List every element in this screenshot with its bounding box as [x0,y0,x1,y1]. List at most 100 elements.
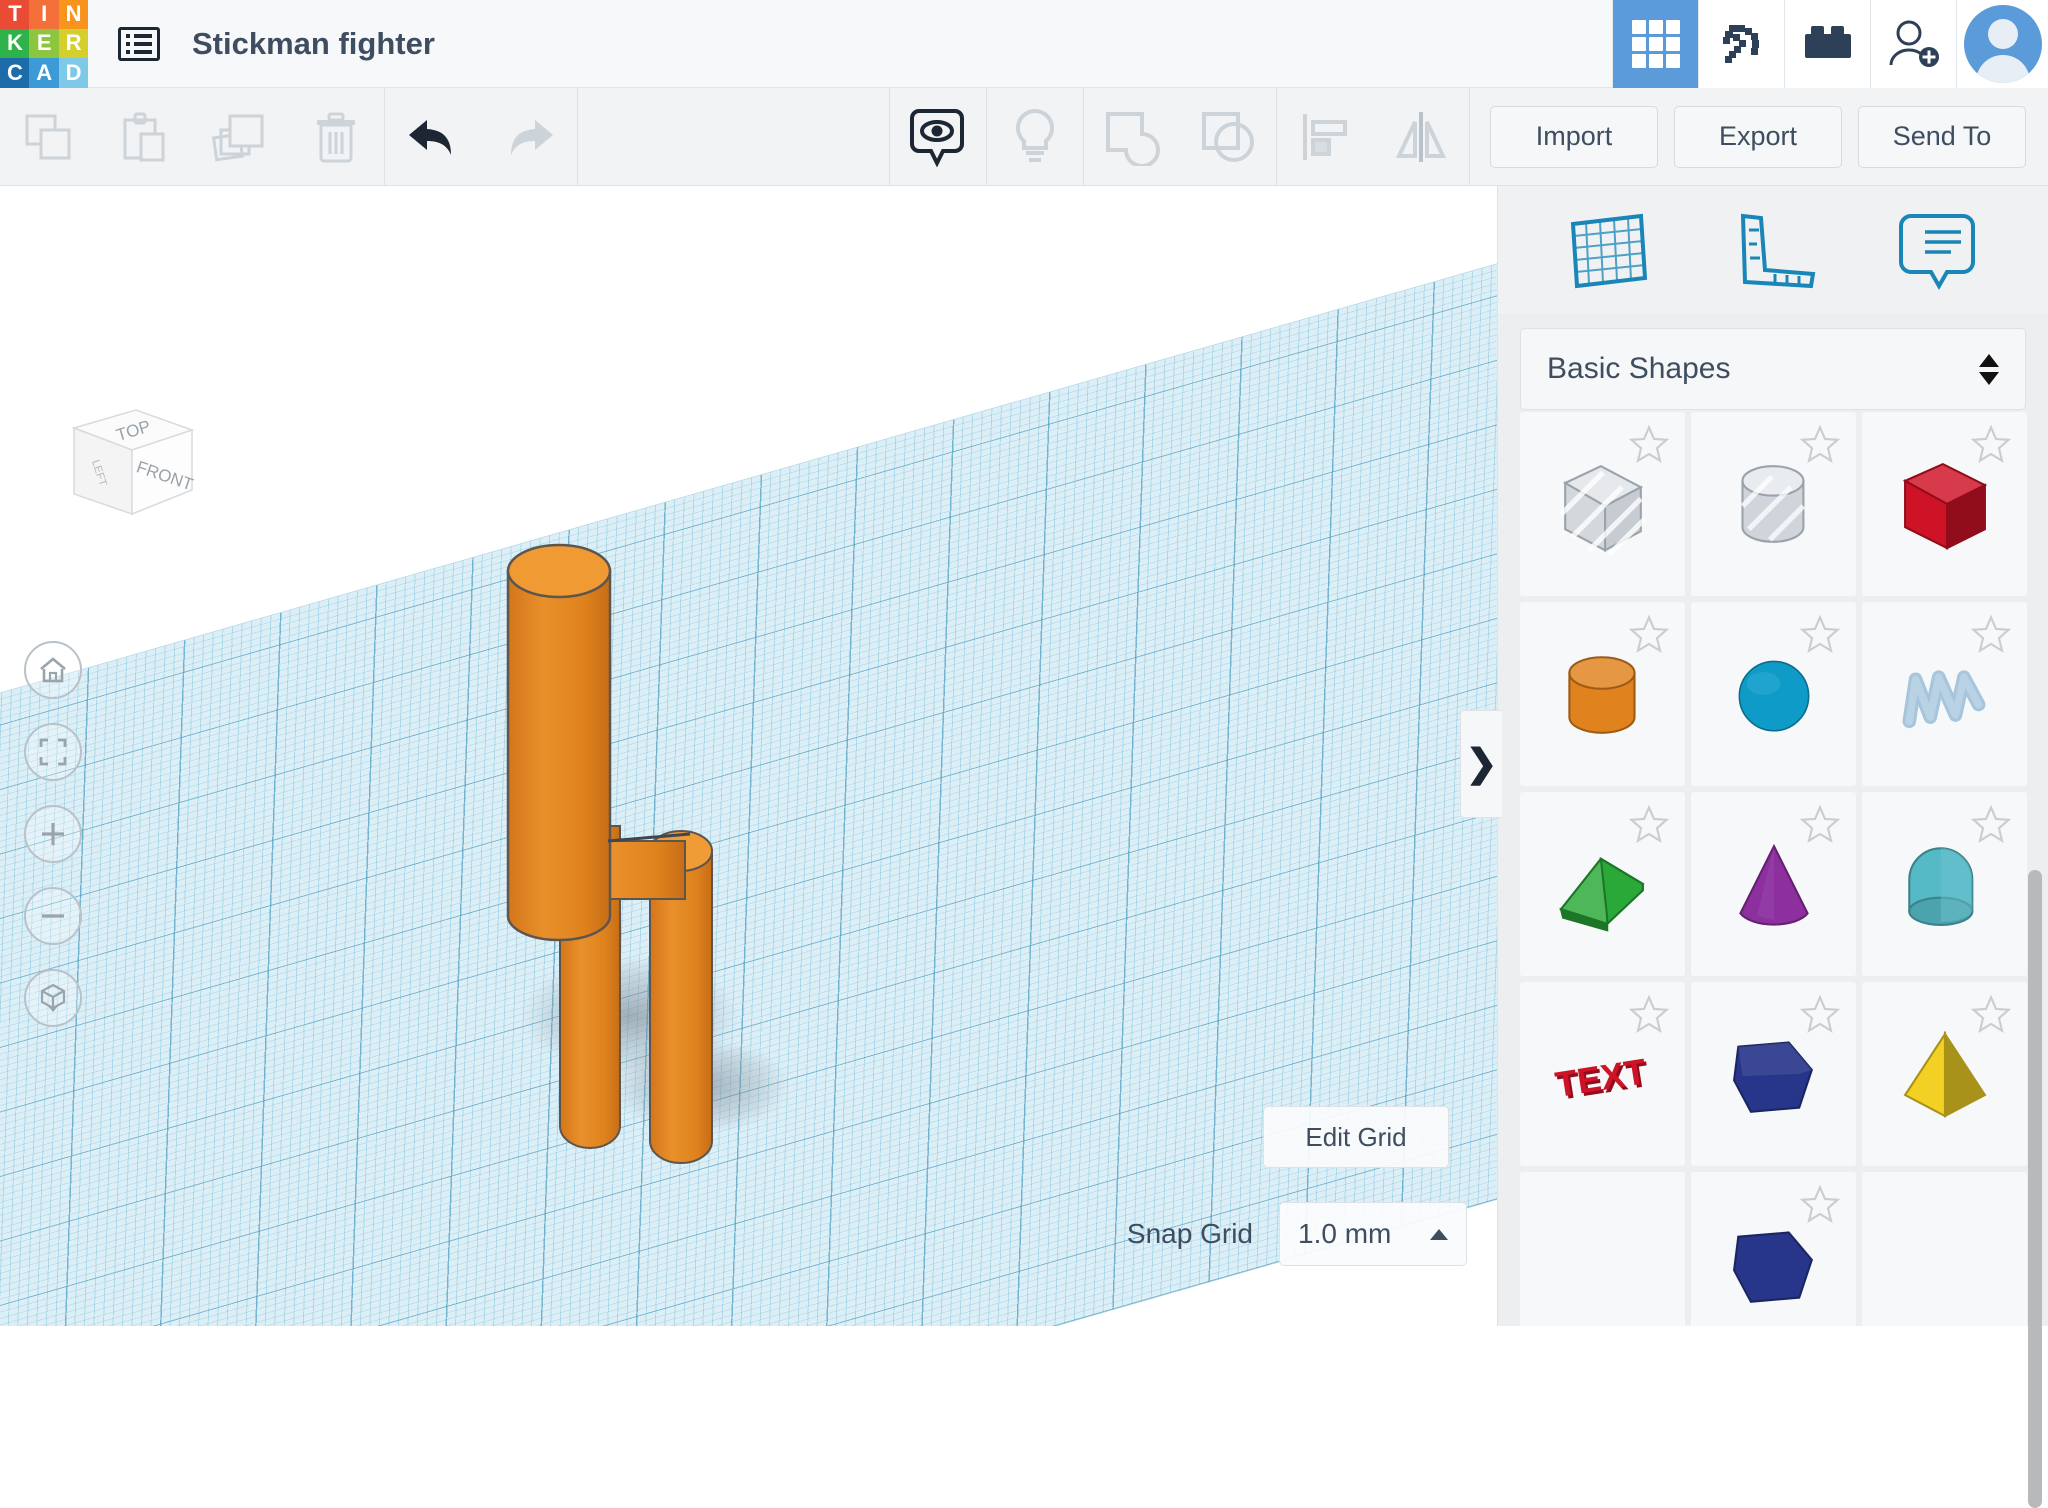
fit-frame-icon [39,738,67,766]
svg-text:TEXT: TEXT [1552,1051,1649,1105]
shape-item-shape-partial-3[interactable] [1862,1172,2027,1326]
tab-shapes-workplane[interactable] [1552,202,1662,298]
pickaxe-icon [1722,24,1759,63]
favorite-star-icon[interactable] [1971,804,2011,844]
send-to-button[interactable]: Send To [1858,105,2026,168]
favorite-star-icon[interactable] [1800,804,1840,844]
snap-grid-select[interactable]: 1.0 mm [1279,1202,1467,1266]
stepper-arrows-icon [1979,353,1999,385]
show-hide-button[interactable] [890,88,986,186]
avatar [1963,4,2042,83]
redo-arrow-icon [511,119,553,155]
shape-library-label: Basic Shapes [1547,352,1731,385]
logo-cell-k: K [0,28,30,59]
caret-up-icon [1430,1228,1448,1240]
minus-icon [42,914,64,918]
blocks-grid-mode-tab[interactable] [1612,0,1698,88]
view-nav-buttons [24,641,82,1027]
lightbulb-icon [1015,108,1055,162]
page-title[interactable]: Stickman fighter [192,26,435,62]
favorite-star-icon[interactable] [1629,424,1669,464]
app-header: TINKERCAD Stickman fighter [0,0,2048,88]
shape-item-pyramid[interactable] [1862,982,2027,1166]
delete-button[interactable] [288,88,384,186]
account-avatar-button[interactable] [1956,0,2048,88]
edit-grid-button[interactable]: Edit Grid [1263,1106,1449,1168]
favorite-star-icon[interactable] [1800,1184,1840,1224]
fit-view-button[interactable] [24,723,82,781]
shape-item-half-cylinder[interactable] [1862,792,2027,976]
snap-grid-control: Snap Grid 1.0 mm [1127,1202,1467,1266]
shape-item-cylinder[interactable] [1520,602,1685,786]
toolbar-divider [577,87,578,186]
shape-library-select[interactable]: Basic Shapes [1520,328,2026,410]
duplicate-button[interactable] [192,88,288,186]
workplane-canvas[interactable]: TOP FRONT LEFT Edit Grid Snap Grid 1.0 m… [0,186,1497,1326]
list-menu-icon [118,26,160,61]
export-button[interactable]: Export [1674,105,1842,168]
grid-icon [1631,19,1680,68]
home-view-button[interactable] [24,641,82,699]
duplicate-icon [212,114,264,161]
invite-people-tab[interactable] [1870,0,1956,88]
ungroup-button[interactable] [1180,88,1276,186]
favorite-star-icon[interactable] [1629,614,1669,654]
snap-grid-label: Snap Grid [1126,1218,1253,1249]
tab-notes[interactable] [1884,202,1994,298]
align-icon [1303,113,1347,160]
shape-item-cylinder-hole[interactable] [1691,412,1856,596]
home-icon [40,657,66,683]
minecraft-mode-tab[interactable] [1698,0,1784,88]
shape-grid: TEXT TEXT [1498,412,2048,1326]
undo-button[interactable] [385,88,481,186]
favorite-star-icon[interactable] [1971,424,2011,464]
shape-item-sphere[interactable] [1691,602,1856,786]
view-cube[interactable]: TOP FRONT LEFT [40,386,210,536]
logo-cell-n: N [58,0,88,29]
logo-cell-a: A [29,58,59,88]
hint-button[interactable] [987,88,1083,186]
shape-item-scribble[interactable] [1862,602,2027,786]
logo-cell-r: R [58,28,88,59]
panel-collapse-handle[interactable]: ❯ [1460,710,1502,818]
favorite-star-icon[interactable] [1971,614,2011,654]
object-tool-group [890,87,1469,186]
tinkercad-logo[interactable]: TINKERCAD [0,0,88,88]
favorite-star-icon[interactable] [1971,994,2011,1034]
shape-item-shape-partial-2[interactable] [1691,1172,1856,1326]
redo-button[interactable] [481,88,577,186]
toolbar-divider [1469,87,1470,186]
paste-button[interactable] [96,88,192,186]
shape-item-cone[interactable] [1691,792,1856,976]
align-button[interactable] [1277,88,1373,186]
favorite-star-icon[interactable] [1629,994,1669,1034]
history-tool-group [385,88,577,186]
favorite-star-icon[interactable] [1800,994,1840,1034]
favorite-star-icon[interactable] [1800,424,1840,464]
favorite-star-icon[interactable] [1800,614,1840,654]
favorite-star-icon[interactable] [1629,804,1669,844]
shape-item-shape-partial-1[interactable] [1520,1172,1685,1326]
zoom-out-button[interactable] [24,887,82,945]
shape-grid-scrollbar-thumb[interactable] [2028,870,2042,1508]
shape-item-roof[interactable] [1520,792,1685,976]
shape-item-text[interactable]: TEXT TEXT [1520,982,1685,1166]
main-menu-button[interactable] [114,19,164,69]
copy-button[interactable] [0,88,96,186]
group-button[interactable] [1084,88,1180,186]
panel-tab-bar [1498,186,2048,314]
projection-toggle-button[interactable] [24,969,82,1027]
ungroup-shapes-icon [1202,111,1254,162]
mirror-button[interactable] [1373,88,1469,186]
shapes-panel: Basic Shapes TEXT TEXT [1497,186,2048,1508]
logo-cell-d: D [58,58,88,88]
bricks-mode-tab[interactable] [1784,0,1870,88]
shape-item-polygon[interactable] [1691,982,1856,1166]
workplane-grid-icon [1570,213,1648,289]
shape-item-box[interactable] [1862,412,2027,596]
tab-ruler[interactable] [1718,202,1828,298]
zoom-in-button[interactable] [24,805,82,863]
shape-item-box-hole[interactable] [1520,412,1685,596]
shape-grid-scrollbar-track[interactable] [2028,418,2045,1508]
import-button[interactable]: Import [1490,105,1658,168]
